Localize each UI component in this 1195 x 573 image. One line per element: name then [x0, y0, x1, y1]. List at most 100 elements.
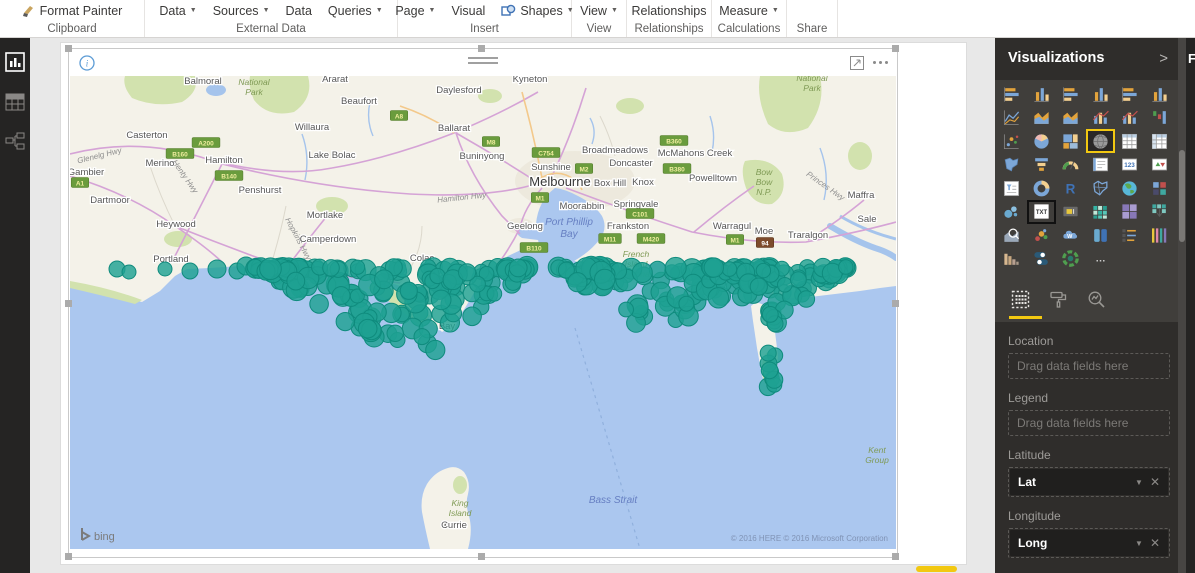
custom-heatmap-icon[interactable]: [1088, 202, 1113, 222]
map-bubble[interactable]: [618, 301, 634, 318]
field-dropdown-caret-icon[interactable]: ▼: [1128, 478, 1150, 487]
pane-scrollbar-thumb[interactable]: [1179, 150, 1185, 242]
map-bubble[interactable]: [797, 290, 816, 308]
field-dropdown-caret-icon[interactable]: ▼: [1128, 539, 1150, 548]
info-icon[interactable]: i: [79, 55, 95, 76]
map-bubble[interactable]: [759, 344, 777, 362]
map-bubble[interactable]: [430, 289, 452, 311]
map-bubble[interactable]: [207, 259, 227, 279]
table-icon[interactable]: [1117, 131, 1142, 151]
sidebar-item-report-view[interactable]: [0, 52, 30, 72]
map-bubble[interactable]: [703, 257, 724, 278]
slicer-icon[interactable]: [999, 178, 1024, 198]
ribbon-button-queries[interactable]: Queries ▼: [328, 4, 383, 18]
funnel-icon[interactable]: [1029, 155, 1054, 175]
map-visual-container[interactable]: i Balmoral Ararat Beaufort Daylesford Ky…: [65, 45, 899, 560]
remove-field-icon[interactable]: ✕: [1150, 475, 1168, 489]
custom-checklist-icon[interactable]: [1117, 225, 1142, 245]
resize-handle-top-left[interactable]: [65, 45, 72, 52]
100-stacked-bar-chart-icon[interactable]: [1117, 84, 1142, 104]
focus-mode-icon[interactable]: [849, 55, 865, 76]
fields-pane-edge[interactable]: F: [1186, 38, 1195, 573]
horizontal-scrollbar-thumb[interactable]: [916, 566, 957, 572]
ribbon-button-format-painter[interactable]: Format Painter: [22, 4, 122, 18]
more-visuals-icon[interactable]: [1088, 249, 1113, 269]
resize-handle-middle-right[interactable]: [892, 300, 899, 307]
waterfall-chart-icon[interactable]: [1147, 108, 1172, 128]
line-and-clustered-column-chart-icon[interactable]: [1088, 108, 1113, 128]
map-bubble[interactable]: [567, 272, 588, 293]
custom-bubbles-icon[interactable]: [999, 202, 1024, 222]
sidebar-item-data-view[interactable]: [0, 92, 30, 112]
map-bubble[interactable]: [760, 361, 779, 380]
treemap-icon[interactable]: [1058, 131, 1083, 151]
ribbon-button-sources[interactable]: Sources ▼: [213, 4, 270, 18]
area-chart-icon[interactable]: [1029, 108, 1054, 128]
clustered-column-chart-icon[interactable]: [1088, 84, 1113, 104]
map-bubble[interactable]: [462, 306, 482, 327]
custom-grid-icon[interactable]: [1147, 178, 1172, 198]
drag-grip-icon[interactable]: [468, 57, 498, 67]
multi-row-card-icon[interactable]: [1088, 155, 1113, 175]
map-bubble[interactable]: [721, 261, 738, 277]
map-bubble[interactable]: [678, 295, 695, 312]
resize-handle-bottom-middle[interactable]: [478, 553, 485, 560]
stacked-area-chart-icon[interactable]: [1058, 108, 1083, 128]
map-bubble[interactable]: [322, 259, 340, 277]
map-bubble[interactable]: [309, 294, 329, 314]
resize-handle-middle-left[interactable]: [65, 300, 72, 307]
map-bubble[interactable]: [374, 269, 394, 290]
globe-map-icon[interactable]: [1117, 178, 1142, 198]
map-bubble[interactable]: [331, 286, 351, 305]
map-bubble[interactable]: [508, 258, 528, 278]
ribbon-button-data[interactable]: Data: [286, 4, 312, 18]
map-bubble[interactable]: [121, 264, 137, 280]
resize-handle-top-right[interactable]: [892, 45, 899, 52]
remove-field-icon[interactable]: ✕: [1150, 536, 1168, 550]
custom-quadrant-icon[interactable]: [1117, 202, 1142, 222]
tab-format[interactable]: [1049, 290, 1068, 314]
filled-map-icon[interactable]: [999, 155, 1024, 175]
stacked-column-chart-icon[interactable]: [1029, 84, 1054, 104]
more-options-icon[interactable]: [873, 61, 888, 64]
map-bubble[interactable]: [707, 287, 730, 309]
bing-map[interactable]: Balmoral Ararat Beaufort Daylesford Kyneton W…: [70, 76, 896, 549]
map-bubble[interactable]: [425, 339, 446, 361]
resize-handle-bottom-left[interactable]: [65, 553, 72, 560]
map-bubble[interactable]: [790, 271, 807, 289]
field-pill-long[interactable]: Long ▼ ✕: [1010, 530, 1168, 556]
map-bubble[interactable]: [259, 257, 282, 280]
collapse-pane-chevron-icon[interactable]: >: [1159, 50, 1168, 67]
map-bubble[interactable]: [755, 262, 772, 279]
ribbon-button-data[interactable]: Data ▼: [159, 4, 196, 18]
map-bubble[interactable]: [357, 318, 378, 339]
shape-map-icon[interactable]: [1088, 178, 1113, 198]
custom-txt-icon[interactable]: [1026, 199, 1056, 224]
map-bubble[interactable]: [838, 259, 854, 275]
map-bubble[interactable]: [399, 281, 418, 300]
custom-toggles-icon[interactable]: [1029, 249, 1054, 269]
custom-zoom-chart-icon[interactable]: [999, 225, 1024, 245]
map-bubble[interactable]: [777, 277, 793, 293]
map-bubble[interactable]: [350, 259, 366, 275]
custom-correlation-plot-icon[interactable]: [1029, 225, 1054, 245]
custom-chiclet-slicer-icon[interactable]: [1088, 225, 1113, 245]
tab-analytics[interactable]: [1087, 290, 1106, 314]
map-bubble[interactable]: [631, 262, 653, 283]
line-chart-icon[interactable]: [999, 108, 1024, 128]
scatter-chart-icon[interactable]: [999, 131, 1024, 151]
ribbon-button-page[interactable]: Page ▼: [395, 4, 435, 18]
100-stacked-column-chart-icon[interactable]: [1147, 84, 1172, 104]
gauge-icon[interactable]: [1058, 155, 1083, 175]
custom-word-cloud-icon[interactable]: [1058, 225, 1083, 245]
pane-scrollbar-track[interactable]: [1178, 38, 1186, 573]
ribbon-button-relationships[interactable]: Relationships: [631, 4, 706, 18]
matrix-icon[interactable]: [1147, 131, 1172, 151]
custom-stream-graph-icon[interactable]: [1147, 225, 1172, 245]
custom-histogram-icon[interactable]: [999, 249, 1024, 269]
map-bubble[interactable]: [749, 277, 768, 296]
pie-chart-icon[interactable]: [1029, 131, 1054, 151]
ribbon-button-shapes[interactable]: Shapes ▼: [501, 4, 574, 18]
map-bubble[interactable]: [761, 306, 779, 323]
ribbon-button-visual[interactable]: Visual: [451, 4, 485, 18]
